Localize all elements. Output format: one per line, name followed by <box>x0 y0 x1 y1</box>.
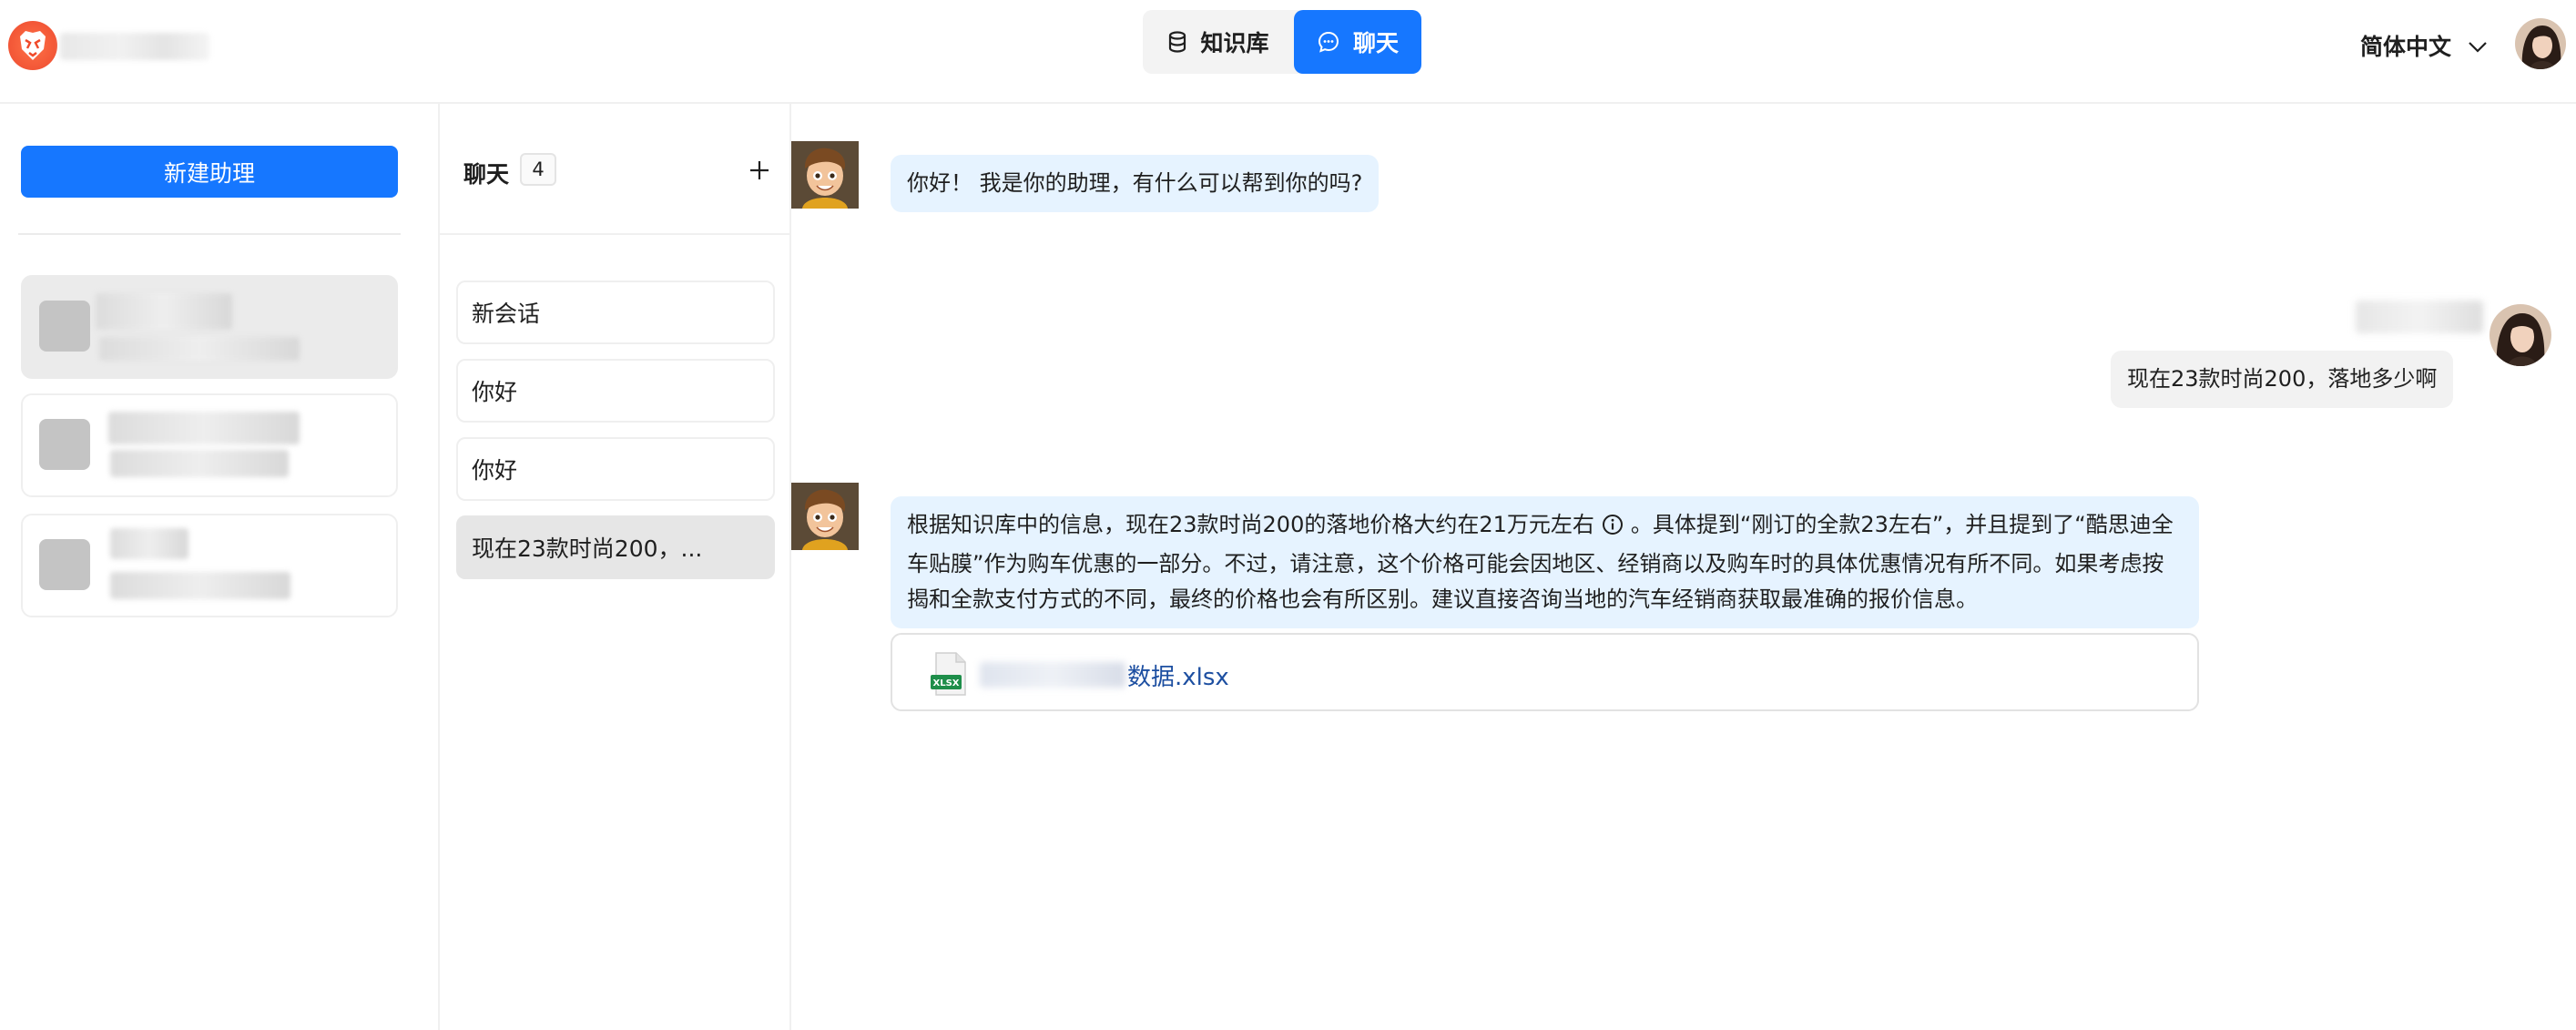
conversation-panel: 聊天 4 新会话 你好 你好 现在23款时尚200，... <box>440 104 791 1030</box>
assistant-avatar-image <box>791 483 859 550</box>
database-icon <box>1167 31 1187 53</box>
chevron-down-icon <box>2468 33 2488 59</box>
assistant-name-redacted <box>96 293 232 330</box>
app-name-redacted <box>60 33 209 60</box>
assistant-desc-redacted <box>110 450 289 477</box>
user-avatar[interactable] <box>2515 18 2566 69</box>
conversation-header: 聊天 4 <box>440 104 789 235</box>
add-conversation-icon[interactable] <box>744 155 775 186</box>
conversation-item[interactable]: 你好 <box>456 437 775 501</box>
assistant-card[interactable] <box>21 393 398 497</box>
file-name-redacted <box>980 662 1125 688</box>
tab-knowledge-base[interactable]: 知识库 <box>1143 10 1294 74</box>
main-nav: 知识库 聊天 <box>1143 10 1421 74</box>
assistant-name-redacted <box>110 528 188 559</box>
assistant-message: 你好！ 我是你的助理，有什么可以帮到你的吗? <box>891 155 1380 212</box>
user-message-avatar <box>2489 304 2551 366</box>
conversation-item[interactable]: 你好 <box>456 359 775 423</box>
new-assistant-button[interactable]: 新建助理 <box>21 146 398 198</box>
chat-area: 你好！ 我是你的助理，有什么可以帮到你的吗? 现在23款时尚200，落地多少啊 … <box>791 104 2576 1030</box>
app-logo-icon[interactable] <box>7 18 58 73</box>
file-type-label: XLSX <box>933 678 960 688</box>
assistant-card[interactable] <box>21 514 398 617</box>
assistant-avatar <box>39 301 90 352</box>
conversation-item[interactable]: 新会话 <box>456 280 775 344</box>
assistant-message-text: 根据知识库中的信息，现在23款时尚200的落地价格大约在21万元左右 <box>907 512 1594 537</box>
excel-file-icon: XLSX <box>931 651 969 697</box>
tab-chat[interactable]: 聊天 <box>1294 10 1421 74</box>
conversation-item-active[interactable]: 现在23款时尚200，... <box>456 515 775 579</box>
language-label: 简体中文 <box>2360 34 2452 60</box>
top-header: 知识库 聊天 简体中文 <box>0 0 2576 104</box>
language-select[interactable]: 简体中文 <box>2360 25 2488 66</box>
assistant-avatar <box>39 539 90 590</box>
chat-bubble-icon <box>1317 30 1340 54</box>
user-name-redacted <box>2356 301 2483 333</box>
assistant-desc-redacted <box>110 572 290 599</box>
conversation-count-badge: 4 <box>520 153 556 186</box>
user-message: 现在23款时尚200，落地多少啊 <box>2111 351 2454 408</box>
assistant-panel: 新建助理 <box>0 104 440 1030</box>
assistant-avatar-image <box>791 141 859 209</box>
info-icon[interactable] <box>1602 511 1624 546</box>
tab-knowledge-base-label: 知识库 <box>1200 30 1269 56</box>
assistant-message: 根据知识库中的信息，现在23款时尚200的落地价格大约在21万元左右 。具体提到“… <box>891 496 2199 628</box>
assistant-avatar <box>39 419 90 470</box>
assistant-name-redacted <box>108 412 300 444</box>
assistant-desc-redacted <box>99 337 300 361</box>
assistant-card[interactable] <box>21 275 398 379</box>
file-attachment-card[interactable]: XLSX 数据.xlsx <box>891 633 2199 711</box>
conversation-title: 聊天 <box>463 161 510 188</box>
file-name-link[interactable]: 数据.xlsx <box>1127 658 1229 692</box>
tab-chat-label: 聊天 <box>1352 30 1399 56</box>
divider <box>18 233 401 235</box>
